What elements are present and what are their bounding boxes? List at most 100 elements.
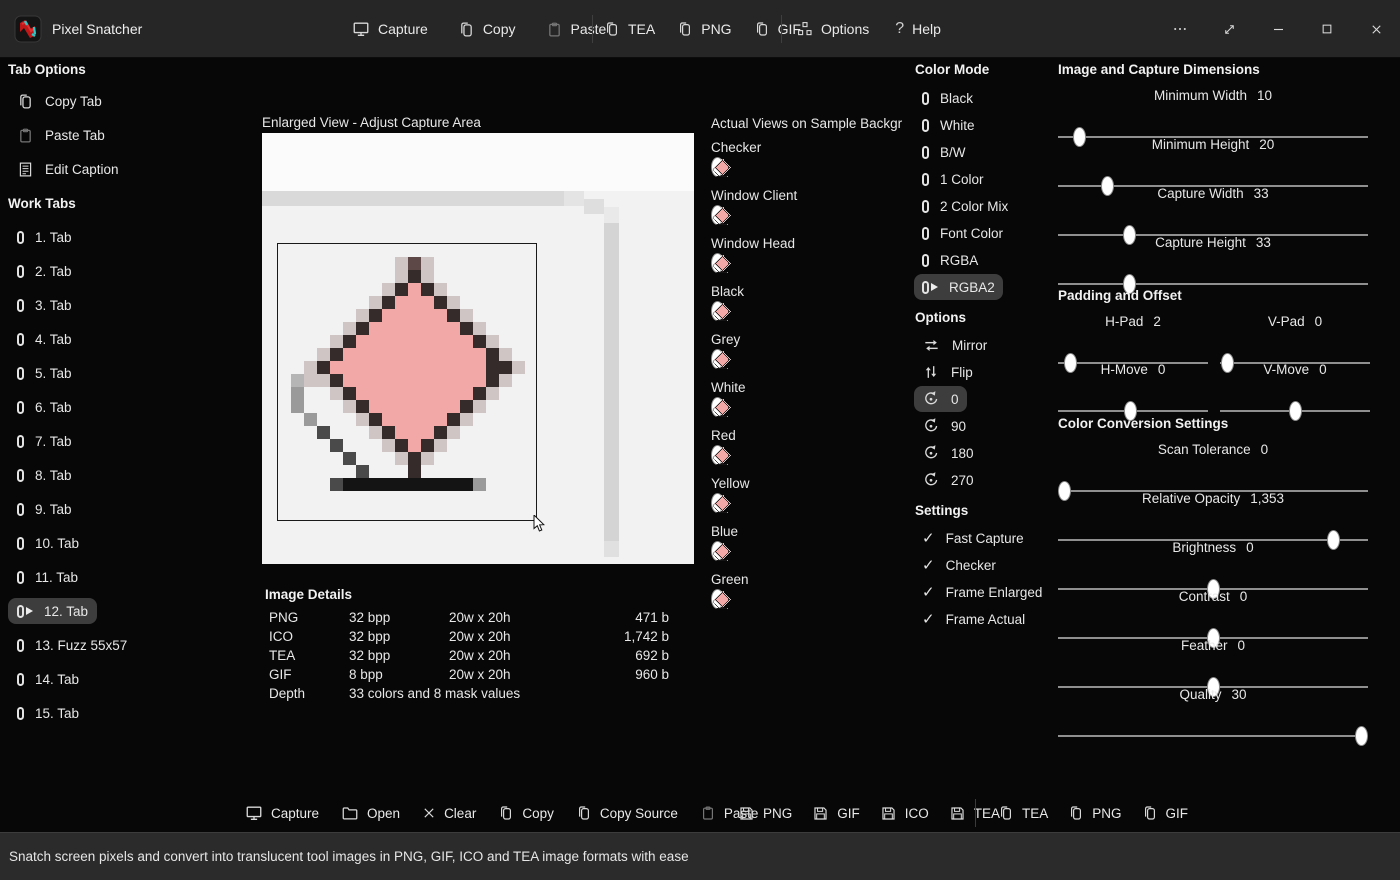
help-button[interactable]: ? Help (895, 20, 941, 38)
color-mode-item[interactable]: RGBA (914, 247, 986, 273)
copy-tab-button[interactable]: Copy Tab (8, 88, 111, 114)
slider-label: Scan Tolerance0 (1058, 442, 1368, 457)
close-button[interactable] (1368, 22, 1384, 37)
maximize-button[interactable] (1319, 22, 1335, 36)
options-button[interactable]: Options (797, 21, 869, 37)
slider-value: 2 (1153, 314, 1161, 329)
floppy-icon (880, 805, 897, 822)
work-tab-label: 11. Tab (35, 570, 78, 585)
open-button[interactable]: Open (341, 804, 400, 822)
image-details-row: PNG32 bpp20w x 20h471 b (269, 610, 669, 625)
rotate-icon (922, 390, 940, 408)
option-label: 180 (951, 446, 974, 461)
tea-label: TEA (628, 21, 655, 37)
copy-button[interactable]: Copy (498, 805, 554, 821)
flip-option[interactable]: Flip (914, 359, 981, 385)
color-mode-label: Font Color (940, 226, 1003, 241)
work-tab-item[interactable]: 12. Tab (8, 598, 97, 624)
eraser-preview-thumb (711, 301, 724, 321)
color-mode-label: 1 Color (940, 172, 984, 187)
color-mode-item[interactable]: RGBA2 (914, 274, 1003, 300)
rotate-option[interactable]: 90 (914, 413, 974, 439)
copy-png-button[interactable]: PNG (677, 21, 731, 37)
copy-tea-button[interactable]: TEA (998, 805, 1048, 821)
slider-thumb[interactable] (1289, 401, 1302, 421)
modes-panel: Color Mode BlackWhiteB/W1 Color2 Color M… (915, 58, 1057, 708)
format-label: TEA (1022, 806, 1048, 821)
color-mode-item[interactable]: Font Color (914, 220, 1011, 246)
expand-button[interactable] (1221, 22, 1237, 37)
slider-name: Feather (1181, 638, 1228, 653)
edit-caption-button[interactable]: Edit Caption (8, 156, 128, 182)
copy-icon (1142, 805, 1158, 821)
copy-gif-button[interactable]: GIF (1142, 805, 1189, 821)
rotate-option[interactable]: 270 (914, 467, 982, 493)
image-details-row: ICO32 bpp20w x 20h1,742 b (269, 629, 669, 644)
work-tab-item[interactable]: 8. Tab (8, 462, 81, 488)
slider-value: 0 (1238, 638, 1246, 653)
work-tab-item[interactable]: 2. Tab (8, 258, 81, 284)
save-gif-button[interactable]: GIF (812, 805, 860, 822)
option-label: Mirror (952, 338, 987, 353)
paste-tab-button[interactable]: Paste Tab (8, 122, 114, 148)
tab-icon (17, 707, 24, 720)
org-grid-icon (797, 21, 813, 37)
work-tab-item[interactable]: 13. Fuzz 55x57 (8, 632, 136, 658)
capture-area-rect[interactable] (277, 243, 537, 521)
copy-button[interactable]: Copy (458, 21, 516, 38)
png-label: PNG (701, 21, 731, 37)
settings-checkbox[interactable]: ✓Frame Enlarged (914, 579, 1050, 605)
tab-icon (922, 119, 929, 132)
copy-source-button[interactable]: Copy Source (576, 805, 678, 821)
copy-tea-button[interactable]: TEA (604, 21, 655, 37)
copy-png-button[interactable]: PNG (1068, 805, 1121, 821)
minimize-button[interactable] (1270, 22, 1286, 37)
slider-track[interactable] (1058, 735, 1368, 737)
slider-label: Capture Height33 (1058, 235, 1368, 250)
work-tab-item[interactable]: 1. Tab (8, 224, 81, 250)
slider-track[interactable] (1058, 283, 1368, 285)
work-tab-item[interactable]: 3. Tab (8, 292, 81, 318)
toolbar-separator (975, 799, 976, 827)
work-tab-item[interactable]: 4. Tab (8, 326, 81, 352)
settings-checkbox[interactable]: ✓Fast Capture (914, 525, 1032, 551)
color-mode-item[interactable]: 2 Color Mix (914, 193, 1016, 219)
color-mode-item[interactable]: White (914, 112, 983, 138)
slider-thumb[interactable] (1355, 726, 1368, 746)
work-tab-item[interactable]: 10. Tab (8, 530, 88, 556)
capture-button[interactable]: Capture (352, 20, 428, 38)
save-ico-button[interactable]: ICO (880, 805, 929, 822)
paste-button[interactable]: Paste (546, 21, 607, 38)
settings-checkbox[interactable]: ✓Checker (914, 552, 1004, 578)
tab-icon (17, 571, 24, 584)
work-tab-item[interactable]: 14. Tab (8, 666, 88, 692)
clear-button[interactable]: Clear (422, 806, 476, 821)
rotate-option[interactable]: 0 (914, 386, 967, 412)
copy-gif-button[interactable]: GIF (754, 21, 801, 37)
tab-icon (17, 231, 24, 244)
mirror-option[interactable]: Mirror (914, 332, 995, 358)
work-tab-item[interactable]: 15. Tab (8, 700, 88, 726)
enlarged-view (262, 133, 694, 564)
actual-view-label: Checker (711, 140, 761, 155)
color-mode-item[interactable]: 1 Color (914, 166, 992, 192)
work-tab-item[interactable]: 5. Tab (8, 360, 81, 386)
slider-track[interactable] (1058, 410, 1208, 412)
slider-name: Capture Width (1157, 186, 1243, 201)
capture-button[interactable]: Capture (245, 804, 319, 822)
work-tab-item[interactable]: 7. Tab (8, 428, 81, 454)
actual-view-label: Green (711, 572, 749, 587)
save-png-button[interactable]: PNG (738, 805, 792, 822)
slider-name: Capture Height (1155, 235, 1246, 250)
color-mode-item[interactable]: Black (914, 85, 981, 111)
work-tab-item[interactable]: 6. Tab (8, 394, 81, 420)
work-tab-item[interactable]: 9. Tab (8, 496, 81, 522)
settings-checkbox[interactable]: ✓Frame Actual (914, 606, 1033, 632)
rotate-option[interactable]: 180 (914, 440, 982, 466)
work-tab-item[interactable]: 11. Tab (8, 564, 87, 590)
bottom-toolbar: Capture Open Clear Copy Copy Source Past… (0, 795, 1400, 831)
more-button[interactable] (1172, 21, 1188, 37)
color-mode-item[interactable]: B/W (914, 139, 974, 165)
slider-track[interactable] (1220, 410, 1370, 412)
slider: H-Pad2 (1058, 314, 1208, 360)
